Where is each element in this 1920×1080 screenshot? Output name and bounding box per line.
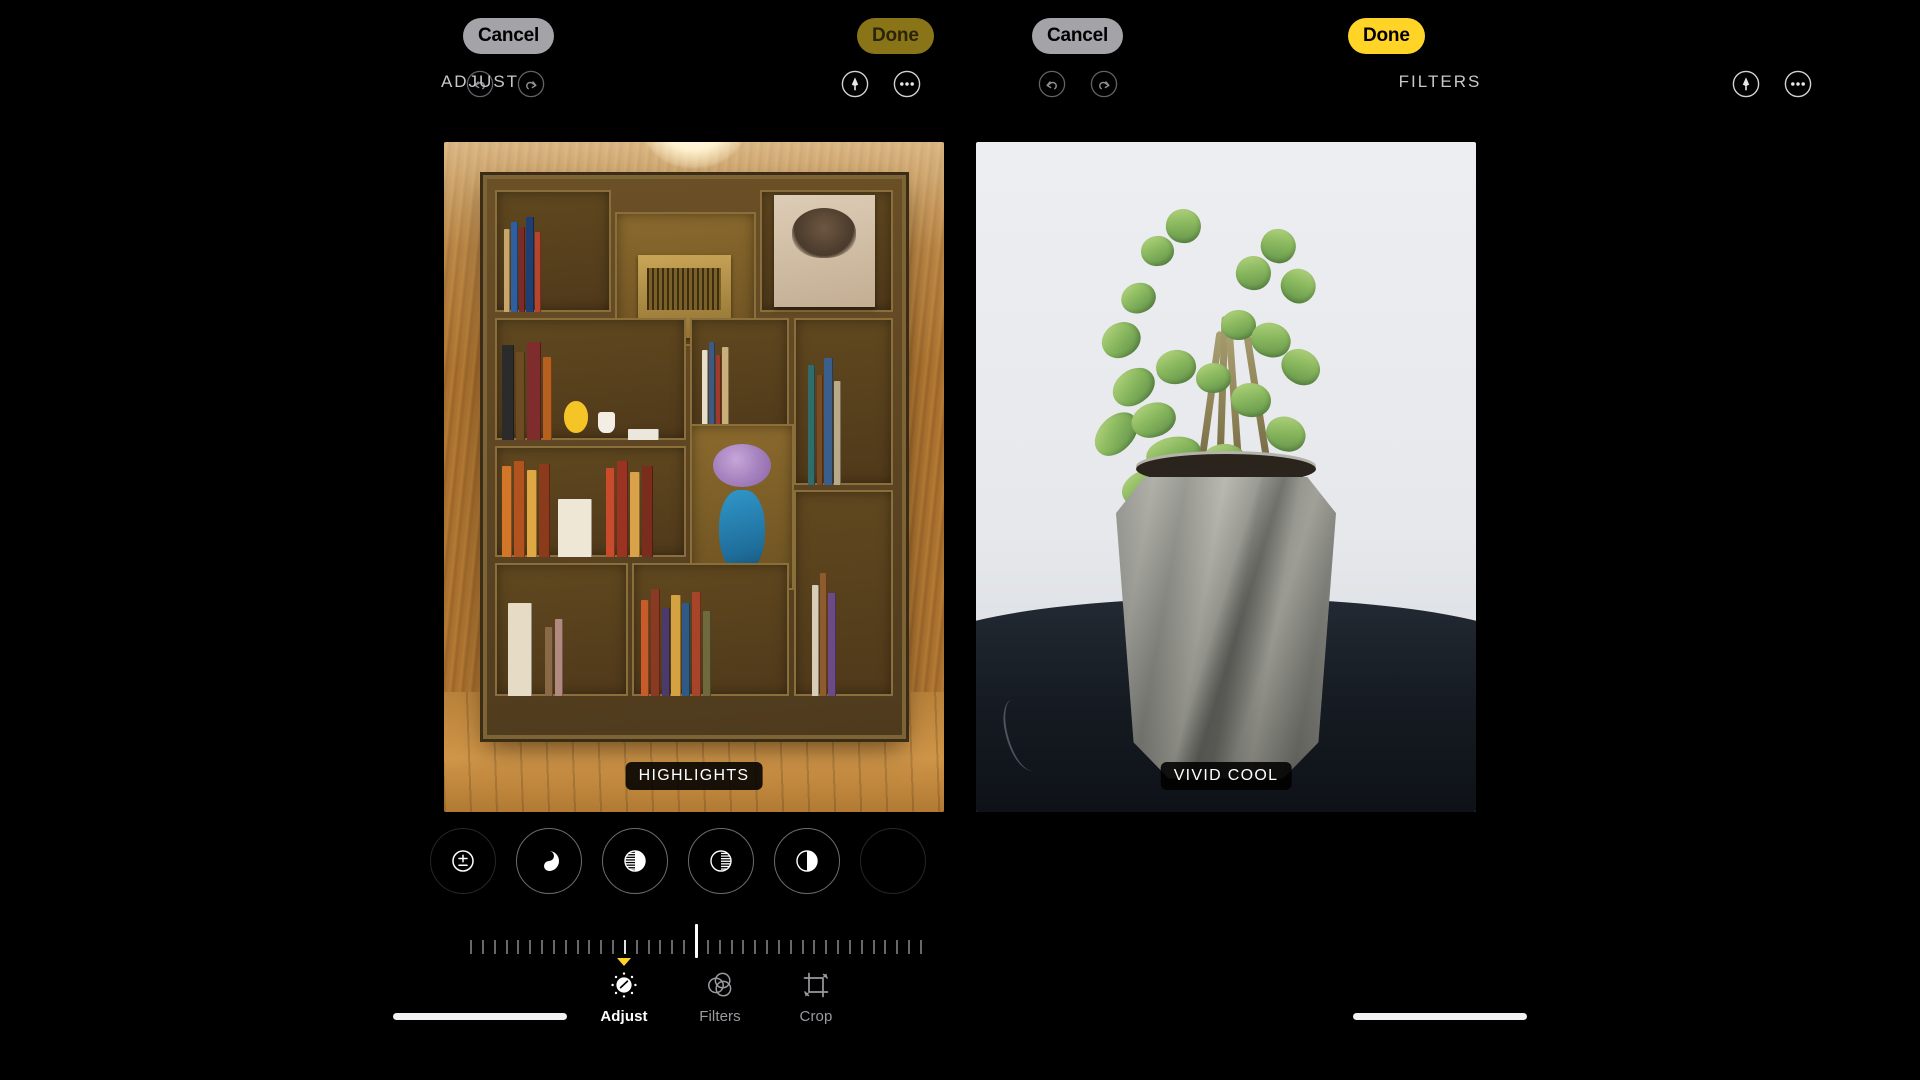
ruler-tick <box>801 940 804 954</box>
ruler-tick <box>848 940 851 954</box>
filters-circles-icon <box>672 968 768 1002</box>
ruler-tick <box>564 940 567 954</box>
mode-title-adjust: ADJUST <box>440 72 520 91</box>
ruler-tick <box>517 940 520 954</box>
ruler-tick <box>493 940 496 954</box>
ruler-tick <box>730 940 733 954</box>
ruler-tick <box>860 940 863 954</box>
tab-crop-label: Crop <box>799 1008 833 1025</box>
cancel-button[interactable]: Cancel <box>1032 18 1124 54</box>
ruler-tick <box>588 940 591 954</box>
ruler-tick <box>612 940 615 954</box>
tool-shadows[interactable] <box>688 828 754 894</box>
top-bar-right: Cancel Done FILTERS <box>960 0 1920 112</box>
ruler-tick <box>766 940 769 954</box>
done-button[interactable]: Done <box>857 18 934 54</box>
tab-adjust-label: Adjust <box>600 1008 648 1025</box>
cancel-button[interactable]: Cancel <box>463 18 555 54</box>
ruler-tick <box>623 940 626 954</box>
ruler-tick <box>754 940 757 954</box>
ruler-tick <box>837 940 840 954</box>
ruler-tick <box>896 940 899 954</box>
ruler-tick <box>908 940 911 954</box>
photo-succulent: VIVID COOL <box>976 142 1476 812</box>
tab-adjust[interactable]: Adjust <box>576 958 672 1025</box>
home-indicator-right <box>1353 1013 1527 1020</box>
mode-title-filters: FILTERS <box>1398 72 1482 91</box>
ruler-tick <box>635 940 638 954</box>
filter-caption-chip: VIVID COOL <box>1160 762 1292 790</box>
ruler-tick <box>789 940 792 954</box>
tool-auto-adjust[interactable] <box>430 828 496 894</box>
ruler-tick <box>825 940 828 954</box>
adjust-dial-icon <box>576 968 672 1002</box>
ruler-tick <box>706 940 709 954</box>
ruler-tick <box>505 940 508 954</box>
tool-next-partial[interactable] <box>860 828 926 894</box>
photo-canvas-filters[interactable]: VIVID COOL <box>976 142 1476 812</box>
ruler-tick <box>552 940 555 954</box>
ruler-tick <box>470 940 472 954</box>
ruler-tick <box>718 940 721 954</box>
editor-tabbar-left[interactable]: Adjust Filters Crop <box>0 958 960 1036</box>
tool-contrast[interactable] <box>774 828 840 894</box>
photo-canvas-adjust[interactable]: HIGHLIGHTS <box>444 142 944 812</box>
tool-exposure[interactable] <box>516 828 582 894</box>
tab-filters-label: Filters <box>699 1008 741 1025</box>
ruler-tick <box>872 940 875 954</box>
ruler-tick <box>659 940 662 954</box>
ruler-tick <box>920 940 922 954</box>
dual-screenshot-stage: Cancel Done ADJUST HIGHLIGHTS Adjust Fil… <box>0 0 1920 1080</box>
adjust-tool-carousel[interactable] <box>0 828 960 906</box>
ruler-tick <box>671 940 674 954</box>
tab-crop[interactable]: Crop <box>768 968 864 1025</box>
ruler-tick <box>813 940 816 954</box>
ruler-tick <box>647 940 650 954</box>
ruler-tick <box>529 940 532 954</box>
more-ellipsis-icon[interactable] <box>893 70 921 98</box>
tool-highlights[interactable] <box>602 828 668 894</box>
home-indicator-left <box>393 1013 567 1020</box>
more-ellipsis-icon[interactable] <box>1784 70 1812 98</box>
screen-adjust: Cancel Done ADJUST HIGHLIGHTS Adjust Fil… <box>0 0 960 1080</box>
tab-filters[interactable]: Filters <box>672 968 768 1025</box>
markup-pen-icon[interactable] <box>1732 70 1760 98</box>
ruler-tick <box>777 940 780 954</box>
screen-filters: Cancel Done FILTERS VIVID COOL <box>960 0 1920 1080</box>
done-button[interactable]: Done <box>1348 18 1425 54</box>
ruler-tick <box>742 940 745 954</box>
ruler-tick <box>683 940 686 954</box>
crop-rotate-icon <box>768 968 864 1002</box>
active-tab-caret-icon <box>617 958 631 966</box>
photo-bookshelf: HIGHLIGHTS <box>444 142 944 812</box>
top-bar-left: Cancel Done ADJUST <box>0 0 960 112</box>
editor-tabbar-right[interactable]: Adjust Filters <box>960 958 1920 1036</box>
ruler-tick <box>576 940 579 954</box>
ruler-tick <box>884 940 887 954</box>
ruler-tick <box>600 940 603 954</box>
ruler-tick <box>481 940 484 954</box>
highlights-slider[interactable] <box>470 920 922 958</box>
adjust-caption-chip: HIGHLIGHTS <box>625 762 763 790</box>
ruler-tick <box>541 940 544 954</box>
markup-pen-icon[interactable] <box>841 70 869 98</box>
slider-knob[interactable] <box>695 924 698 958</box>
